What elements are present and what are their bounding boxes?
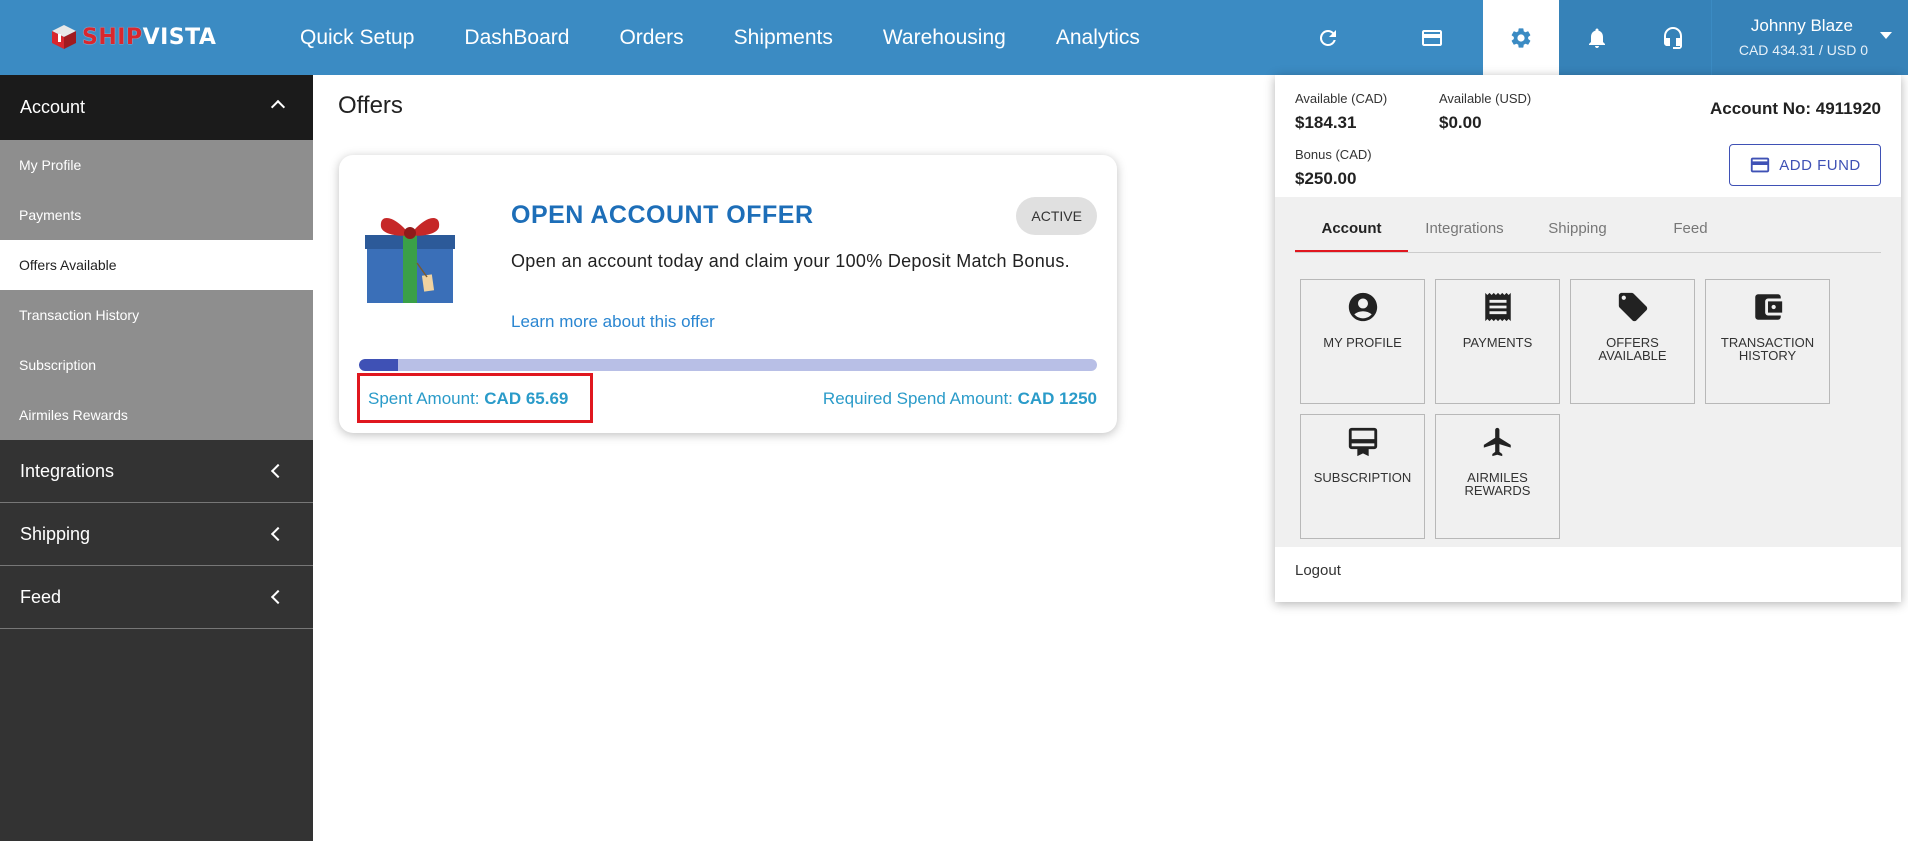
logo-text: SHIPVISTA [82,24,217,50]
sidebar-section-feed[interactable]: Feed [0,566,313,629]
main-nav: Quick Setup DashBoard Orders Shipments W… [300,0,1190,75]
account-circle-icon [1348,292,1377,322]
nav-orders[interactable]: Orders [619,26,683,50]
panel-tabs: Account Integrations Shipping Feed [1295,211,1881,253]
shipvista-logo[interactable]: SHIPVISTA [50,22,216,52]
learn-more-link[interactable]: Learn more about this offer [511,312,715,332]
tile-subscription[interactable]: SUBSCRIPTION [1300,414,1425,539]
spent-amount-label: Spent Amount: [368,389,480,408]
billing-button[interactable] [1394,0,1470,75]
tile-transaction-history[interactable]: TRANSACTION HISTORY [1705,279,1830,404]
box-logo-icon [52,25,76,49]
page-title: Offers [338,92,403,119]
available-cad-value: $184.31 [1295,113,1357,132]
spent-amount-value: CAD 65.69 [484,389,569,408]
offer-title: OPEN ACCOUNT OFFER [511,201,814,229]
nav-quick-setup[interactable]: Quick Setup [300,26,414,50]
user-menu[interactable]: Johnny Blaze CAD 434.31 / USD 0 [1712,0,1908,75]
status-badge: ACTIVE [1016,197,1097,235]
tab-feed[interactable]: Feed [1634,211,1747,252]
panel-body: Account Integrations Shipping Feed MY PR… [1275,197,1901,547]
tab-account[interactable]: Account [1295,211,1408,252]
spend-progress-bar [359,359,1097,371]
account-dropdown-panel: Available (CAD) $184.31 Available (USD) … [1275,75,1901,602]
chevron-up-icon [270,99,286,115]
sidebar-item-subscription[interactable]: Subscription [0,340,313,390]
sidebar-section-integrations[interactable]: Integrations [0,440,313,503]
sidebar-item-offers-available[interactable]: Offers Available [0,240,313,290]
user-balance: CAD 434.31 / USD 0 [1738,42,1868,58]
tile-label: PAYMENTS [1462,335,1533,350]
logout-link[interactable]: Logout [1295,562,1341,579]
tag-icon [1618,292,1647,322]
wallet-icon [1754,294,1782,320]
settings-button[interactable] [1483,0,1559,75]
subscription-icon [1348,427,1377,457]
caret-down-icon [1880,32,1892,39]
sidebar-item-payments[interactable]: Payments [0,190,313,240]
refresh-icon [1319,29,1336,46]
tab-integrations[interactable]: Integrations [1408,211,1521,252]
bonus-value: $250.00 [1295,169,1357,188]
required-spend-amount: Required Spend Amount: CAD 1250 [823,389,1097,409]
credit-card-icon [1422,29,1442,46]
chevron-left-icon [270,589,286,605]
spent-amount: Spent Amount: CAD 65.69 [368,389,568,409]
chevron-left-icon [270,526,286,542]
offer-card: OPEN ACCOUNT OFFER ACTIVE Open an accoun… [339,155,1117,433]
available-usd-value: $0.00 [1439,113,1482,132]
nav-analytics[interactable]: Analytics [1056,26,1140,50]
spend-progress-fill [359,359,398,371]
nav-warehousing[interactable]: Warehousing [883,26,1006,50]
add-fund-button[interactable]: ADD FUND [1729,144,1881,186]
tile-label: OFFERS AVAILABLE [1598,335,1667,363]
user-name: Johnny Blaze [1750,16,1853,35]
add-fund-label: ADD FUND [1779,156,1861,174]
tile-label: AIRMILES REWARDS [1464,470,1531,498]
airplane-icon [1483,427,1511,457]
gift-icon [365,217,455,303]
sidebar-section-label: Feed [20,586,62,607]
tile-label: MY PROFILE [1323,335,1402,350]
sidebar-section-account[interactable]: Account [0,75,313,140]
account-number: Account No: 4911920 [1709,99,1881,118]
offer-description: Open an account today and claim your 100… [511,251,1070,271]
required-spend-label: Required Spend Amount: [822,389,1013,408]
chevron-left-icon [270,463,286,479]
required-spend-value: CAD 1250 [1017,389,1097,408]
tile-offers-available[interactable]: OFFERS AVAILABLE [1570,279,1695,404]
sidebar-item-transaction-history[interactable]: Transaction History [0,290,313,340]
available-cad-label: Available (CAD) [1295,91,1388,106]
sidebar-item-my-profile[interactable]: My Profile [0,140,313,190]
gear-icon [1511,27,1531,48]
tile-label: TRANSACTION HISTORY [1720,335,1815,363]
tile-label: SUBSCRIPTION [1313,470,1412,485]
headset-icon [1664,26,1682,49]
sidebar-section-shipping[interactable]: Shipping [0,503,313,566]
tile-my-profile[interactable]: MY PROFILE [1300,279,1425,404]
bell-icon [1589,28,1605,48]
tile-payments[interactable]: PAYMENTS [1435,279,1560,404]
support-button[interactable] [1635,0,1711,75]
credit-card-icon [1751,157,1770,173]
tile-airmiles-rewards[interactable]: AIRMILES REWARDS [1435,414,1560,539]
refresh-button[interactable] [1290,0,1366,75]
sidebar-section-label: Account [20,97,86,117]
nav-shipments[interactable]: Shipments [734,26,833,50]
nav-dashboard[interactable]: DashBoard [464,26,569,50]
sidebar-section-label: Shipping [20,523,91,544]
sidebar-item-airmiles-rewards[interactable]: Airmiles Rewards [0,390,313,440]
bonus-label: Bonus (CAD) [1295,147,1372,162]
notifications-button[interactable] [1559,0,1635,75]
sidebar: Account My Profile Payments Offers Avail… [0,75,313,841]
tab-shipping[interactable]: Shipping [1521,211,1634,252]
available-usd-label: Available (USD) [1439,91,1532,106]
sidebar-section-label: Integrations [20,460,115,481]
top-navigation-bar: SHIPVISTA Quick Setup DashBoard Orders S… [0,0,1908,75]
receipt-icon [1484,292,1511,322]
